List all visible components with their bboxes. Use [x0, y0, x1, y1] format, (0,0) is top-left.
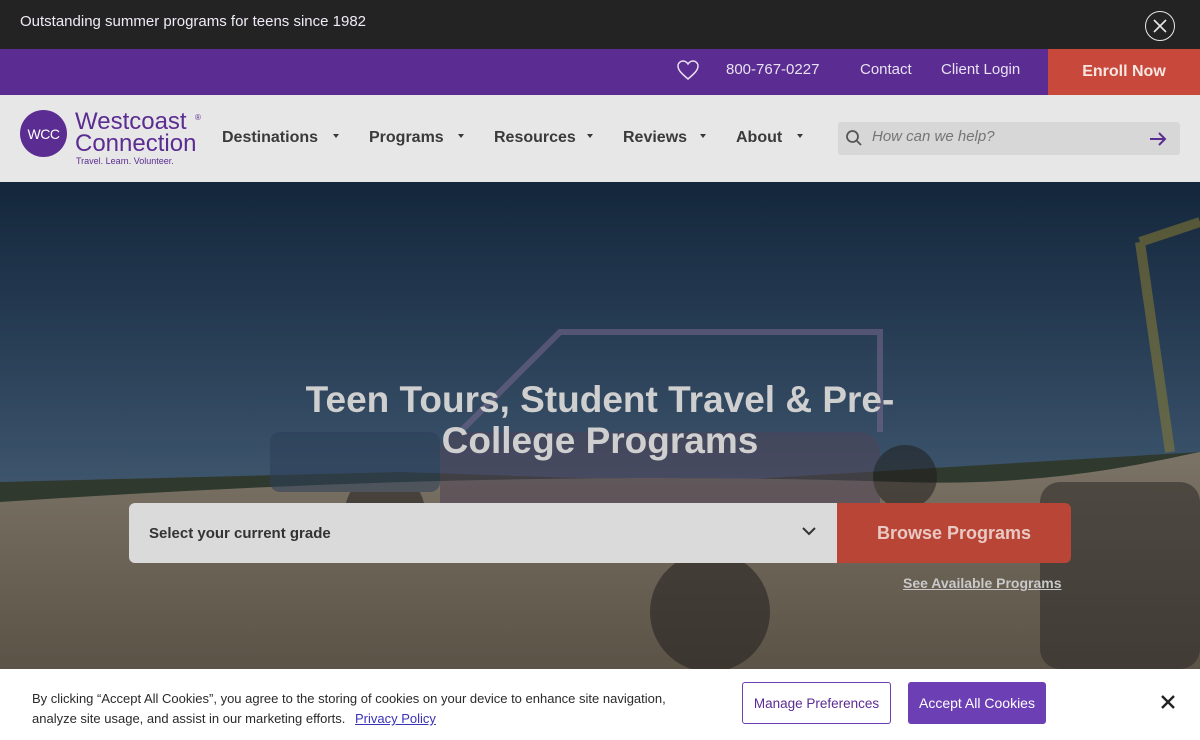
browse-programs-button[interactable]: Browse Programs	[837, 503, 1071, 563]
search-input[interactable]	[872, 128, 1122, 145]
close-icon	[1153, 19, 1167, 33]
announcement-text: Outstanding summer programs for teens si…	[20, 13, 367, 30]
caret-down-icon	[333, 134, 339, 138]
nav-reviews[interactable]: Reviews	[623, 129, 687, 147]
chevron-down-icon	[802, 527, 816, 536]
overlay-close-button[interactable]	[1145, 11, 1175, 41]
caret-down-icon	[797, 134, 803, 138]
privacy-policy-link[interactable]: Privacy Policy	[355, 711, 436, 726]
phone-link[interactable]: 800-767-0227	[726, 61, 819, 78]
nav-destinations[interactable]: Destinations	[222, 129, 318, 147]
contact-link[interactable]: Contact	[860, 61, 912, 78]
close-icon[interactable]	[1160, 694, 1176, 710]
client-login-link[interactable]: Client Login	[941, 61, 1020, 78]
nav-resources[interactable]: Resources	[494, 129, 576, 147]
logo-registered-mark: ®	[195, 113, 201, 122]
see-available-programs-link[interactable]: See Available Programs	[903, 575, 1061, 591]
cookie-text: By clicking “Accept All Cookies”, you ag…	[32, 689, 712, 729]
nav-programs[interactable]: Programs	[369, 129, 444, 147]
caret-down-icon	[587, 134, 593, 138]
enroll-now-button[interactable]: Enroll Now	[1048, 49, 1200, 95]
nav-about[interactable]: About	[736, 129, 782, 147]
logo-tagline: Travel. Learn. Volunteer.	[76, 156, 174, 166]
search-icon	[846, 130, 862, 146]
accept-all-cookies-button[interactable]: Accept All Cookies	[908, 682, 1046, 724]
heart-icon[interactable]	[676, 59, 700, 81]
hero-title: Teen Tours, Student Travel & Pre-College…	[305, 379, 895, 461]
logo-name-line2[interactable]: Connection	[75, 132, 196, 156]
caret-down-icon	[700, 134, 706, 138]
cookie-message: By clicking “Accept All Cookies”, you ag…	[32, 691, 666, 726]
arrow-right-icon[interactable]	[1148, 130, 1168, 148]
manage-preferences-button[interactable]: Manage Preferences	[742, 682, 891, 724]
logo-mark[interactable]: WCC	[20, 110, 67, 157]
caret-down-icon	[458, 134, 464, 138]
grade-select-label: Select your current grade	[149, 525, 331, 542]
